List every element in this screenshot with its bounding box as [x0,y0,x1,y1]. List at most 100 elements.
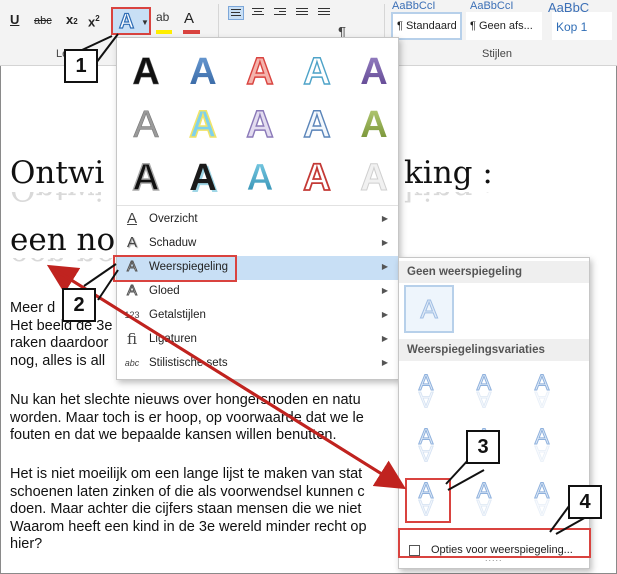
svg-text:A: A [477,387,492,412]
text-effects-gallery: A A A A A A A A A A A AA A A A [117,38,398,206]
submenu-header-none: Geen weerspiegeling [399,261,589,283]
annotation-box-options [398,528,591,558]
menu-item-ligaturen[interactable]: fi Ligaturen ▶ [117,328,398,352]
callout-4: 4 [568,485,602,519]
highlight-icon[interactable]: ab [156,10,169,24]
underline-button[interactable]: U [10,12,19,27]
number-styles-icon: 123 [124,310,140,320]
line-spacing-button[interactable] [316,6,332,20]
doc-line: Nu kan het slechte nieuws over hongersno… [10,392,361,408]
menu-item-gloed[interactable]: A Gloed ▶ [117,280,398,304]
svg-text:A: A [303,157,330,199]
doc-line: worden. Maar toch is er hoop, op voorwaa… [10,409,364,426]
style-preview: AaBbCcI [470,0,514,12]
style-geen-afstand[interactable]: ¶ Geen afs... [466,12,542,40]
menu-item-getalstijlen[interactable]: 123 Getalstijlen ▶ [117,304,398,328]
reflection-variant-2[interactable]: AA [467,368,501,413]
reflection-variant-3[interactable]: AA [525,368,559,413]
reflection-variant-1[interactable]: AA [409,368,443,413]
reflection-variant-4[interactable]: AA [409,422,443,467]
effect-style-black-shadow[interactable]: A [126,49,166,94]
menu-item-label: Getalstijlen [149,309,206,321]
chevron-right-icon: ▶ [381,238,388,247]
subscript-small: 2 [73,17,78,26]
effect-style-black-outline[interactable]: A [126,155,166,199]
doc-title-line2: een no [10,222,116,258]
menu-item-label: Ligaturen [149,333,197,345]
effect-style-teal-gradient[interactable]: A [240,155,280,200]
svg-text:A: A [535,495,550,520]
svg-text:A: A [246,51,273,93]
font-color-bar [183,30,200,34]
effect-style-cyan-glow[interactable]: A [183,102,223,147]
effect-style-lavender[interactable]: A [240,102,280,146]
font-color-icon[interactable]: A [184,10,194,27]
effect-style-gray[interactable]: A [126,102,166,147]
reflection-variant-8[interactable]: AA [467,476,501,521]
reflection-variant-6[interactable]: AA [525,422,559,467]
subscript-button[interactable]: x2 [66,12,78,27]
callout-2: 2 [62,288,96,322]
effect-style-light-gray[interactable]: A [354,155,394,200]
align-left-button[interactable] [228,6,244,20]
doc-paragraph-2: Nu kan het slechte nieuws over hongersno… [10,392,364,445]
menu-item-schaduw[interactable]: A Schaduw ▶ [117,232,398,256]
style-kop1[interactable]: Kop 1 [552,12,612,40]
chevron-right-icon: ▶ [381,214,388,223]
menu-item-label: Gloed [149,285,180,297]
svg-text:A: A [133,104,159,146]
svg-text:A: A [246,104,273,146]
effect-style-red-outline[interactable]: A [240,49,280,93]
annotation-box-weerspiegeling [113,255,237,282]
effect-style-green-gradient[interactable]: A [354,102,394,146]
svg-text:A: A [189,51,216,93]
text-effects-menu: A A A A A A A A A A A AA A A A A Overzic… [116,37,399,380]
ligatures-icon: fi [126,330,137,348]
doc-title-line1-left: Ontwi [10,155,105,191]
submenu-header-variants: Weerspiegelingsvariaties [399,339,589,361]
effect-style-blue-outline[interactable]: A [297,102,337,146]
align-center-button[interactable] [250,6,266,20]
menu-divider [117,205,398,206]
strikethrough-button[interactable]: abc [34,15,52,27]
chevron-right-icon: ▶ [381,310,388,319]
justify-button[interactable] [294,6,310,20]
svg-text:A: A [535,441,550,466]
effect-style-purple-gradient[interactable]: A [354,49,394,93]
doc-line: fouten en dat we bepaalde kansen willen … [10,427,337,443]
text-effects-button[interactable]: A ▼ [111,7,151,35]
effect-style-red-double-outline[interactable]: A [297,155,337,200]
style-standaard[interactable]: ¶ Standaard [391,12,462,40]
highlight-color-bar [156,30,172,34]
svg-text:A: A [360,104,387,146]
svg-text:A: A [132,157,159,199]
svg-text:A: A [419,387,434,412]
shadow-icon: A [126,234,137,251]
effect-style-light-blue-outline[interactable]: A [297,49,337,93]
doc-line: schoenen laten zinken of die als voorwen… [10,483,365,500]
doc-line: Waarom heeft een kind in de 3e wereld mi… [10,518,367,535]
svg-text:A: A [419,441,434,466]
callout-3: 3 [466,430,500,464]
reflection-variant-9[interactable]: AA [525,476,559,521]
doc-title-line1-reflection-left: Ontwi [10,192,104,207]
svg-text:A: A [303,51,330,93]
menu-item-stilistische-sets[interactable]: abc Stilistische sets ▶ [117,352,398,376]
glow-icon: A [126,282,137,300]
align-right-button[interactable] [272,6,288,20]
chevron-right-icon: ▶ [381,286,388,295]
doc-paragraph-3: Het is niet moeilijk om een lange lijst … [10,466,367,554]
svg-text:A: A [360,51,387,93]
svg-text:A: A [420,294,438,324]
effect-style-dark-shadow[interactable]: AA [183,155,223,201]
annotation-box-variant [405,478,451,523]
superscript-button[interactable]: x2 [88,12,100,29]
doc-title-line1-reflection-right: king : [404,192,493,207]
callout-1: 1 [64,49,98,83]
outline-icon: A [126,210,137,227]
no-reflection-option[interactable]: A [404,285,454,333]
svg-text:A: A [303,104,330,146]
effect-style-blue-gradient[interactable]: A [183,49,223,93]
menu-item-overzicht[interactable]: A Overzicht ▶ [117,208,398,232]
menu-item-label: Overzicht [149,213,198,225]
